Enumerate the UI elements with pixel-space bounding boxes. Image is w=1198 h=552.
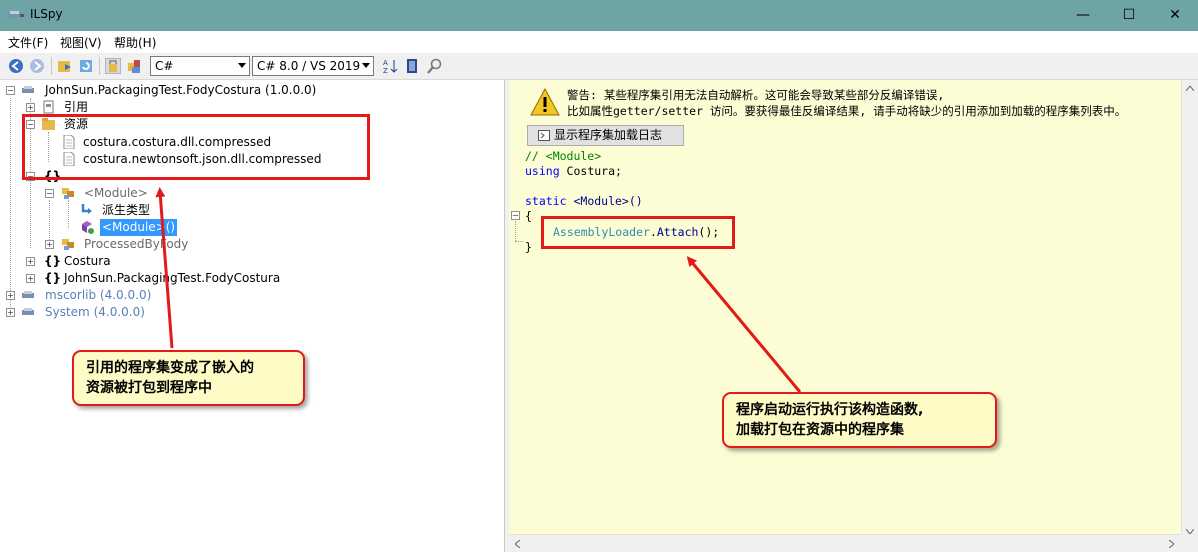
warning-message-line2: 比如属性getter/setter 访问。要获得最佳反编译结果, 请手动将缺少的…: [567, 104, 1127, 118]
references-icon: [43, 100, 54, 114]
namespace-icon: {}: [44, 271, 62, 285]
collapse-icon[interactable]: −: [45, 189, 54, 198]
forward-icon[interactable]: [29, 58, 45, 74]
expand-icon[interactable]: +: [6, 291, 15, 300]
annotation-callout-resources: 引用的程序集变成了嵌入的 资源被打包到程序中: [72, 350, 305, 406]
svg-text:Z: Z: [383, 67, 388, 74]
tree-item-module[interactable]: − <Module>: [0, 185, 505, 202]
expand-icon[interactable]: +: [26, 274, 35, 283]
ilspy-app-icon: [8, 11, 24, 18]
toolbar-separator: [99, 57, 100, 75]
chevron-down-icon: [362, 63, 370, 68]
minimize-button[interactable]: —: [1060, 0, 1106, 31]
assembly-icon: [22, 308, 34, 315]
chevron-down-icon: [238, 63, 246, 68]
log-icon: [538, 130, 550, 141]
menu-help[interactable]: 帮助(H): [114, 34, 156, 51]
svg-text:A: A: [383, 59, 388, 67]
scroll-left-icon[interactable]: [515, 540, 520, 548]
code-ctor-signature: static <Module>(): [525, 194, 643, 208]
class-icon: [62, 188, 74, 199]
show-all-icon[interactable]: [126, 58, 142, 74]
namespace-icon: {}: [44, 254, 62, 268]
code-using-line: using Costura;: [525, 164, 622, 178]
tree-item-system[interactable]: + System (4.0.0.0): [0, 304, 505, 321]
title-bar: ILSpy — ☐ ✕: [0, 0, 1198, 31]
scroll-corner: [1181, 534, 1198, 552]
show-internal-icon[interactable]: [105, 58, 121, 74]
attach-call-highlight-box: [541, 216, 735, 249]
code-close-brace: }: [525, 240, 532, 254]
search-icon[interactable]: [427, 58, 443, 74]
collapse-icon[interactable]: −: [6, 86, 15, 95]
show-assembly-load-log-button[interactable]: 显示程序集加载日志: [527, 125, 684, 146]
language-version-select[interactable]: C# 8.0 / VS 2019: [252, 56, 374, 76]
vertical-scrollbar[interactable]: [1181, 80, 1198, 542]
code-fold-line: [515, 221, 516, 241]
manage-lists-icon[interactable]: [404, 58, 420, 74]
code-fold-line: [515, 241, 523, 242]
annotation-callout-constructor: 程序启动运行执行该构造函数, 加载打包在资源中的程序集: [722, 392, 997, 448]
scroll-right-icon[interactable]: [1169, 540, 1174, 548]
resources-highlight-box: [22, 114, 370, 180]
menu-view[interactable]: 视图(V): [60, 34, 102, 51]
reload-icon[interactable]: [78, 58, 94, 74]
code-open-brace: {: [525, 209, 532, 223]
open-icon[interactable]: [57, 58, 73, 74]
tree-item-namespace-costura[interactable]: + {} Costura: [0, 253, 505, 270]
expand-icon[interactable]: +: [26, 103, 35, 112]
toolbar-separator: [51, 57, 52, 75]
code-comment: // <Module>: [525, 149, 602, 163]
expand-icon[interactable]: +: [45, 240, 54, 249]
derived-types-icon: [81, 204, 92, 214]
assembly-icon: [22, 291, 34, 298]
warning-icon: [530, 88, 560, 116]
tree-item-processed-by-fody[interactable]: + ProcessedByFody: [0, 236, 505, 253]
language-select[interactable]: C#: [150, 56, 250, 76]
tree-item-derived-types[interactable]: 派生类型: [0, 202, 505, 219]
back-icon[interactable]: [8, 58, 24, 74]
constructor-icon: [82, 221, 94, 234]
decompiled-code-view[interactable]: [509, 80, 1189, 542]
expand-icon[interactable]: +: [6, 308, 15, 317]
maximize-button[interactable]: ☐: [1106, 0, 1152, 31]
close-button[interactable]: ✕: [1152, 0, 1198, 31]
toolbar: C# C# 8.0 / VS 2019 AZ: [0, 53, 1198, 80]
tree-item-module-constructor[interactable]: <Module>(): [0, 219, 505, 236]
class-icon: [62, 239, 74, 250]
sort-az-icon[interactable]: AZ: [383, 58, 399, 74]
assembly-icon: [22, 86, 34, 93]
expand-icon[interactable]: +: [26, 257, 35, 266]
tree-item-mscorlib[interactable]: + mscorlib (4.0.0.0): [0, 287, 505, 304]
code-fold-icon[interactable]: −: [511, 211, 520, 220]
scroll-up-icon[interactable]: [1186, 86, 1194, 91]
tree-item-namespace-main[interactable]: + {} JohnSun.PackagingTest.FodyCostura: [0, 270, 505, 287]
warning-message-line1: 警告: 某些程序集引用无法自动解析。这可能会导致某些部分反编译错误,: [567, 88, 945, 102]
window-title: ILSpy: [30, 7, 63, 21]
menu-file[interactable]: 文件(F): [8, 34, 48, 51]
tree-item-assembly[interactable]: − JohnSun.PackagingTest.FodyCostura (1.0…: [0, 82, 505, 99]
menu-bar: 文件(F) 视图(V) 帮助(H): [0, 31, 1198, 53]
horizontal-scrollbar[interactable]: [509, 534, 1181, 552]
